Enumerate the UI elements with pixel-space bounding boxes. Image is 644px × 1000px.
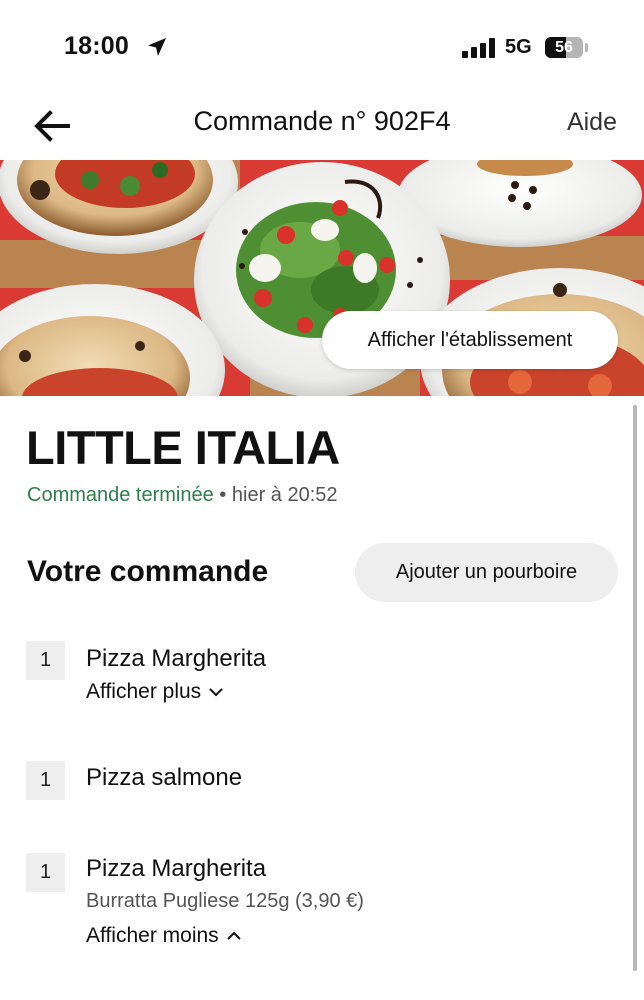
add-tip-button[interactable]: Ajouter un pourboire xyxy=(355,543,618,602)
item-quantity: 1 xyxy=(26,761,65,800)
item-quantity: 1 xyxy=(26,641,65,680)
cellular-signal-icon xyxy=(462,38,495,58)
help-link[interactable]: Aide xyxy=(567,108,617,137)
order-section-title: Votre commande xyxy=(27,555,269,588)
network-type: 5G xyxy=(505,36,532,58)
battery-icon: 56 xyxy=(545,37,583,58)
show-more-label: Afficher plus xyxy=(86,680,202,703)
battery-level: 56 xyxy=(555,39,573,56)
battery-tip xyxy=(585,43,588,52)
location-arrow-icon xyxy=(148,38,166,56)
show-more-toggle[interactable]: Afficher plus xyxy=(86,680,223,704)
scrollbar[interactable] xyxy=(633,405,637,971)
view-store-button[interactable]: Afficher l'établissement xyxy=(322,311,618,369)
chevron-down-icon xyxy=(209,688,223,697)
order-time: hier à 20:52 xyxy=(231,484,338,506)
status-time: 18:00 xyxy=(64,32,129,60)
chevron-up-icon xyxy=(226,932,241,941)
order-status: Commande terminée xyxy=(27,484,214,506)
item-quantity: 1 xyxy=(26,853,65,892)
status-separator: • xyxy=(213,484,232,506)
item-name: Pizza Margherita xyxy=(86,855,267,882)
order-status-line: Commande terminée • hier à 20:52 xyxy=(27,484,338,507)
restaurant-name: LITTLE ITALIA xyxy=(26,421,340,474)
show-less-label: Afficher moins xyxy=(86,924,219,947)
item-name: Pizza Margherita xyxy=(86,645,267,672)
item-option: Burratta Pugliese 125g (3,90 €) xyxy=(86,890,364,912)
item-name: Pizza salmone xyxy=(86,764,243,791)
page-title: Commande n° 902F4 xyxy=(193,106,451,136)
show-less-toggle[interactable]: Afficher moins xyxy=(86,924,241,948)
status-bar: 18:00 5G 56 xyxy=(0,0,644,96)
